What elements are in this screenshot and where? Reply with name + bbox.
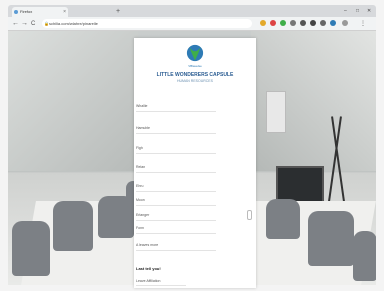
tab-label: Firefox	[20, 9, 33, 14]
back-button[interactable]: ←	[12, 19, 19, 29]
field-label: Relan	[136, 165, 146, 169]
logo-icon	[186, 44, 204, 62]
tab-active[interactable]: Firefox ×	[12, 7, 68, 17]
extension-icon[interactable]	[310, 20, 316, 26]
extension-icon[interactable]	[320, 20, 326, 26]
form-subtitle: HUMAN RESOURCES	[177, 79, 213, 83]
minimize-button[interactable]: –	[344, 6, 347, 16]
form-card: VBlauelse LITTLE WONDERERS CAPSULE HUMAN…	[134, 38, 256, 288]
background-wall	[8, 31, 138, 171]
field-input[interactable]	[136, 285, 186, 286]
section-heading: Last tell you!	[136, 266, 161, 271]
field-label: Whallie	[136, 104, 148, 108]
extension-icon[interactable]	[260, 20, 266, 26]
form-title: LITTLE WONDERERS CAPSULE	[156, 72, 234, 78]
field-input[interactable]	[136, 205, 216, 206]
background-chair	[53, 201, 93, 251]
field-input[interactable]	[136, 191, 216, 192]
extension-icon[interactable]	[330, 20, 336, 26]
extension-icon[interactable]	[290, 20, 296, 26]
field-label: Fonn	[136, 226, 144, 230]
field-label: A leaves more	[136, 243, 159, 247]
maximize-button[interactable]: □	[356, 6, 359, 16]
field-label: Moon	[136, 198, 145, 202]
field-label: Ehru	[136, 184, 144, 188]
field-input[interactable]	[136, 153, 216, 154]
forward-button[interactable]: →	[21, 19, 28, 29]
field-label: Leave Affiliation	[136, 279, 161, 283]
field-label: Hamuble	[136, 126, 151, 130]
background-chair	[266, 199, 300, 239]
new-tab-button[interactable]: +	[116, 7, 120, 17]
field-input[interactable]	[136, 250, 216, 251]
profile-avatar-icon[interactable]	[342, 20, 348, 26]
background-frame	[266, 91, 286, 133]
extension-icon[interactable]	[280, 20, 286, 26]
extension-icon[interactable]	[270, 20, 276, 26]
close-window-button[interactable]: ✕	[367, 6, 371, 16]
background-chair	[12, 221, 50, 276]
extension-icon[interactable]	[300, 20, 306, 26]
url-text: schilia.com/wlahre/pinarelle	[49, 21, 98, 26]
field-input[interactable]	[136, 172, 216, 173]
scroll-indicator[interactable]	[247, 210, 252, 220]
lock-icon: 🔒	[44, 21, 49, 26]
close-tab-icon[interactable]: ×	[63, 7, 66, 17]
field-input[interactable]	[136, 111, 216, 112]
favicon-icon	[14, 10, 18, 14]
field-input[interactable]	[136, 233, 216, 234]
field-input[interactable]	[136, 133, 216, 134]
field-label: Flgh	[136, 146, 143, 150]
background-chair	[353, 231, 376, 281]
logo-caption: VBlauelse	[188, 64, 202, 68]
browser-toolbar: ← → C 🔒 schilia.com/wlahre/pinarelle ⋮	[8, 17, 376, 31]
address-bar[interactable]: 🔒 schilia.com/wlahre/pinarelle	[42, 19, 252, 28]
field-input[interactable]	[136, 220, 216, 221]
reload-button[interactable]: C	[31, 19, 35, 29]
tab-inactive[interactable]	[70, 7, 114, 17]
browser-tab-bar: Firefox × + – □ ✕	[8, 5, 376, 17]
background-chair	[308, 211, 354, 266]
field-label: Erlanger	[136, 213, 150, 217]
menu-kebab-icon[interactable]: ⋮	[360, 19, 366, 29]
